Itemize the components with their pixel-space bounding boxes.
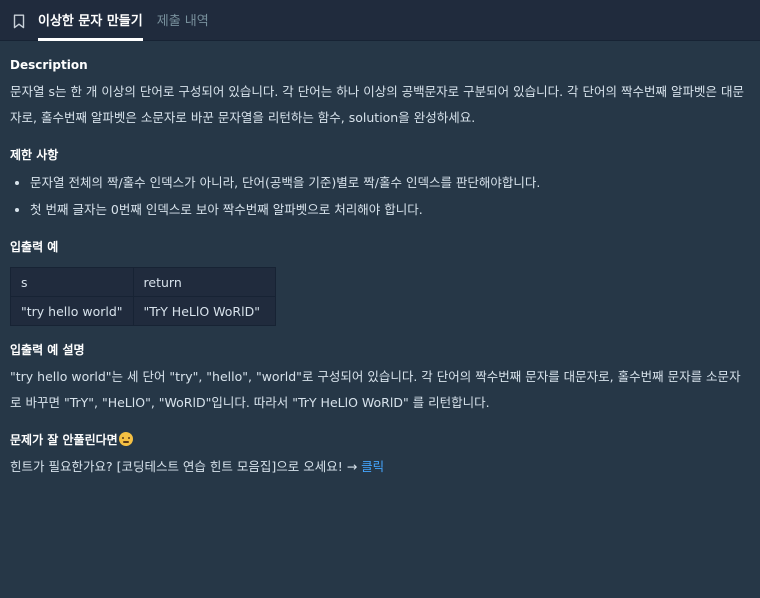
hint-text-body: 힌트가 필요한가요? [코딩테스트 연습 힌트 모음집]으로 오세요! →	[10, 459, 362, 474]
constraints-heading: 제한 사항	[10, 148, 59, 162]
constraint-item: 문자열 전체의 짝/홀수 인덱스가 아니라, 단어(공백을 기준)별로 짝/홀수…	[30, 169, 750, 196]
tab-bar: 이상한 문자 만들기 제출 내역	[0, 0, 760, 41]
table-cell-return: "TrY HeLlO WoRlD"	[132, 296, 276, 326]
table-header-row: s return	[10, 267, 276, 297]
hint-link[interactable]: 클릭	[361, 459, 384, 474]
io-example-heading: 입출력 예	[10, 240, 59, 254]
table-cell-s: "try hello world"	[10, 296, 134, 326]
table-row: "try hello world" "TrY HeLlO WoRlD"	[10, 296, 276, 326]
column-header-return: return	[132, 267, 276, 297]
bookmark-icon[interactable]	[0, 0, 38, 40]
hint-heading-text: 문제가 잘 안풀린다면	[10, 433, 118, 447]
disappointed-face-emoji	[118, 432, 133, 446]
hint-heading: 문제가 잘 안풀린다면	[10, 432, 750, 448]
description-heading: Description	[10, 58, 88, 72]
problem-content: Description 문자열 s는 한 개 이상의 단어로 구성되어 있습니다…	[0, 41, 760, 480]
tab-problem[interactable]: 이상한 문자 만들기	[38, 0, 143, 41]
description-text: 문자열 s는 한 개 이상의 단어로 구성되어 있습니다. 각 단어는 하나 이…	[10, 84, 744, 125]
constraints-list: 문자열 전체의 짝/홀수 인덱스가 아니라, 단어(공백을 기준)별로 짝/홀수…	[10, 169, 750, 223]
io-explanation-text: "try hello world"는 세 단어 "try", "hello", …	[10, 369, 741, 410]
column-header-s: s	[10, 267, 134, 297]
io-explanation-heading: 입출력 예 설명	[10, 343, 85, 357]
constraint-item: 첫 번째 글자는 0번째 인덱스로 보아 짝수번째 알파벳으로 처리해야 합니다…	[30, 196, 750, 223]
tab-submissions[interactable]: 제출 내역	[157, 0, 209, 40]
io-example-table: s return "try hello world" "TrY HeLlO Wo…	[10, 267, 276, 326]
hint-text: 힌트가 필요한가요? [코딩테스트 연습 힌트 모음집]으로 오세요! → 클릭	[10, 454, 750, 480]
